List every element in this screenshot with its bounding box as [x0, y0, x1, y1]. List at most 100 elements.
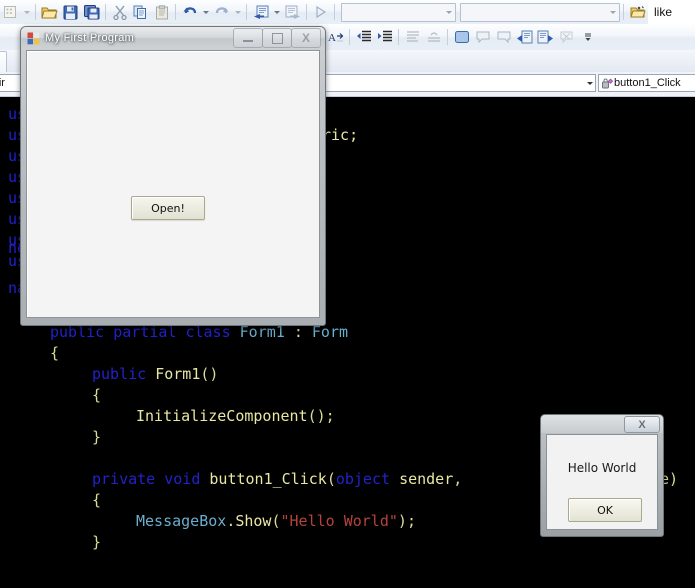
- editor-tab-form1-cs[interactable]: n1.c: [0, 51, 7, 72]
- new-project-dropdown-icon[interactable]: [21, 2, 32, 22]
- code-line: private void button1_Click(object sender…: [92, 469, 462, 490]
- cut-icon[interactable]: [109, 2, 130, 22]
- code-token: }: [92, 428, 102, 446]
- code-token: button1_Click: [209, 470, 327, 488]
- app-maximize-button[interactable]: [262, 28, 292, 48]
- toolbar-separator: [398, 29, 399, 45]
- code-token: (: [271, 512, 281, 530]
- navigate-backward-icon[interactable]: [250, 2, 271, 22]
- minimize-icon: [243, 39, 253, 42]
- code-line: {: [92, 490, 101, 511]
- close-icon: X: [301, 31, 310, 45]
- code-token: InitializeComponent: [136, 407, 308, 425]
- toggle-word-wrap-icon[interactable]: A: [325, 27, 346, 47]
- toolbar-separator: [447, 29, 448, 45]
- copy-icon[interactable]: [130, 2, 151, 22]
- find-in-files-icon[interactable]: [627, 2, 648, 22]
- code-line: InitializeComponent();: [136, 406, 335, 427]
- toolbar-overflow-icon[interactable]: [577, 27, 598, 47]
- decrease-indent-icon[interactable]: [353, 27, 374, 47]
- message-box-ok-button[interactable]: OK: [568, 498, 642, 522]
- comment-selection-icon[interactable]: [402, 27, 423, 47]
- undo-icon[interactable]: [179, 2, 200, 22]
- uncomment-selection-icon[interactable]: [423, 27, 444, 47]
- code-token: private: [92, 470, 156, 488]
- code-line: {: [50, 343, 59, 364]
- toolbar-separator: [334, 4, 335, 20]
- code-line: {: [92, 385, 101, 406]
- expand-region-icon[interactable]: [535, 27, 556, 47]
- code-token: sender: [399, 470, 454, 488]
- toggle-bookmark-icon[interactable]: [451, 27, 472, 47]
- message-box-text: Hello World: [567, 461, 637, 475]
- code-line: }: [92, 532, 101, 553]
- toolbar-separator: [35, 4, 36, 20]
- toolbar-separator: [175, 4, 176, 20]
- message-box-dialog[interactable]: X Hello World OK: [540, 414, 664, 537]
- redo-dropdown-icon[interactable]: [232, 2, 243, 22]
- code-token: MessageBox: [136, 512, 227, 530]
- solution-platform-combo[interactable]: [460, 2, 620, 22]
- svg-text:A: A: [328, 32, 336, 44]
- winforms-app-icon: [27, 32, 40, 45]
- app-close-button[interactable]: X: [291, 28, 321, 48]
- code-token: Form1: [155, 365, 201, 383]
- code-token: {: [50, 344, 60, 362]
- member-dropdown[interactable]: button1_Click: [598, 74, 695, 92]
- code-token: "Hello World": [280, 512, 398, 530]
- toolbar-separator: [105, 4, 106, 20]
- app-minimize-button[interactable]: [233, 28, 263, 48]
- open-file-icon[interactable]: [39, 2, 60, 22]
- navigate-backward-dropdown-icon[interactable]: [271, 2, 282, 22]
- message-box-titlebar[interactable]: X: [541, 415, 663, 433]
- code-token: (): [200, 365, 219, 383]
- toolbar-separator: [306, 4, 307, 20]
- code-token: }: [92, 533, 102, 551]
- next-bookmark-icon[interactable]: [493, 27, 514, 47]
- code-token: ();: [307, 407, 335, 425]
- start-debugging-icon[interactable]: [310, 2, 331, 22]
- new-project-icon[interactable]: [0, 2, 21, 22]
- find-box-text: like: [654, 5, 673, 19]
- code-line: }: [92, 427, 101, 448]
- paste-icon[interactable]: [151, 2, 172, 22]
- maximize-icon: [271, 32, 283, 44]
- open-button[interactable]: Open!: [131, 196, 205, 220]
- save-icon[interactable]: [60, 2, 81, 22]
- code-fragment-generic: ric;: [322, 126, 359, 144]
- increase-indent-icon[interactable]: [374, 27, 395, 47]
- app-window-title: My First Program: [45, 32, 135, 44]
- message-box-close-button[interactable]: X: [624, 416, 660, 433]
- code-token: {: [92, 491, 102, 509]
- code-token: ,: [453, 470, 463, 488]
- message-box-client-area: Hello World OK: [546, 434, 658, 530]
- code-token: .: [226, 512, 236, 530]
- code-token: (: [326, 470, 336, 488]
- code-token: Show: [235, 512, 272, 530]
- solution-configuration-combo[interactable]: [341, 2, 456, 22]
- toolbar-separator: [623, 4, 624, 20]
- clear-bookmarks-icon[interactable]: [556, 27, 577, 47]
- member-dropdown-value: button1_Click: [614, 77, 681, 89]
- code-token: void: [164, 470, 201, 488]
- code-line: MessageBox.Show("Hello World");: [136, 511, 416, 532]
- standard-toolbar: like: [0, 0, 695, 25]
- previous-bookmark-icon[interactable]: [472, 27, 493, 47]
- app-window-titlebar[interactable]: My First Program X: [21, 27, 325, 49]
- save-all-icon[interactable]: [81, 2, 102, 22]
- code-line: public Form1(): [92, 364, 218, 385]
- undo-dropdown-icon[interactable]: [200, 2, 211, 22]
- find-box[interactable]: like: [648, 0, 695, 24]
- redo-icon[interactable]: [211, 2, 232, 22]
- code-token: object: [335, 470, 391, 488]
- toolbar-separator: [349, 29, 350, 45]
- code-token: {: [92, 386, 102, 404]
- navigate-forward-icon[interactable]: [282, 2, 303, 22]
- app-window-my-first-program[interactable]: My First Program X Open!: [20, 26, 326, 326]
- visual-studio-window: us us us us us us us us ric; na ne{publi…: [0, 0, 695, 588]
- collapse-region-icon[interactable]: [514, 27, 535, 47]
- toolbar-separator: [246, 4, 247, 20]
